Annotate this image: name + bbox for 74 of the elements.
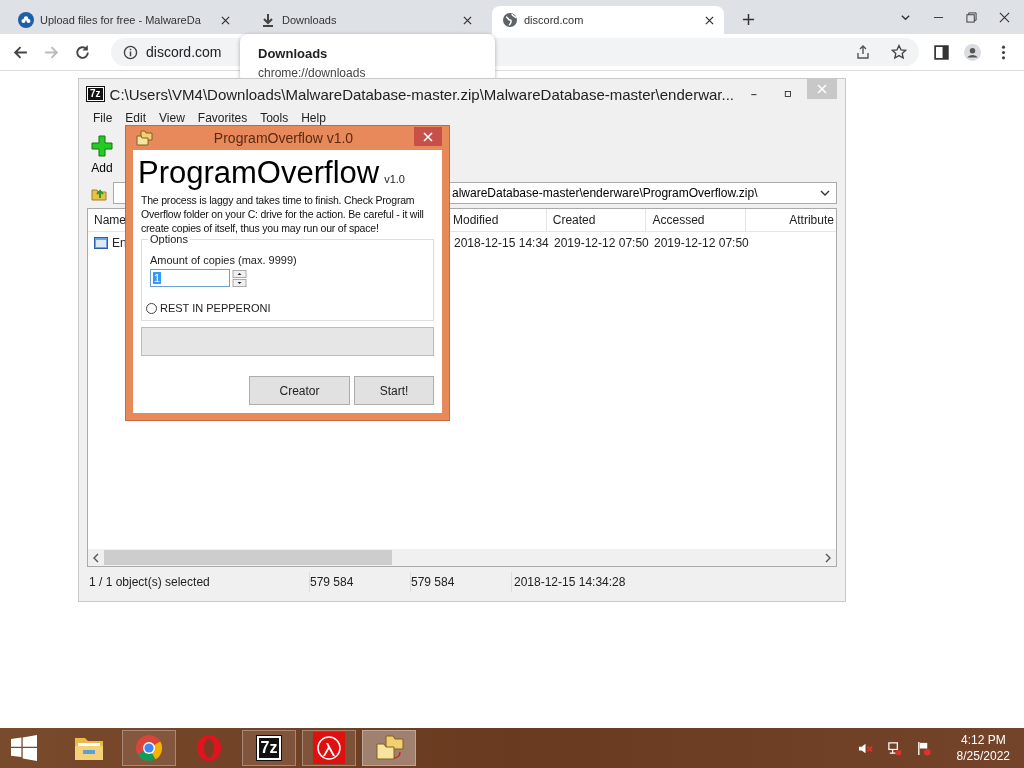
clock-date[interactable]: 8/25/2022 [956,748,1010,764]
chrome-icon [135,734,163,762]
radio-option[interactable]: REST IN PEPPERONI [146,302,271,314]
close-icon [817,84,828,94]
spin-down-icon[interactable] [232,278,247,287]
share-icon[interactable] [855,44,871,60]
browser-tab[interactable]: Downloads [250,6,482,34]
dialog-title: ProgramOverflow v1.0 [212,130,355,146]
close-icon[interactable] [999,11,1010,23]
taskbar-app[interactable] [362,730,416,766]
menu-item[interactable]: Tools [260,111,289,129]
app-logo: 7z [87,87,104,101]
menu-item[interactable]: Favorites [197,111,248,129]
reload-icon[interactable] [74,43,91,61]
copies-label: Amount of copies (max. 9999) [150,254,298,266]
clock-time[interactable]: 4:12 PM [960,732,1006,748]
taskbar-app[interactable] [302,730,356,766]
menu-item[interactable]: File [93,111,113,129]
menu-item[interactable]: Edit [125,111,147,129]
maximize-icon[interactable] [783,88,792,100]
close-icon[interactable] [221,15,230,25]
creator-button[interactable]: Creator [249,376,350,405]
status-text: 579 584 [310,572,411,592]
opera-icon [195,734,223,762]
close-icon [423,131,433,142]
scroll-right-icon[interactable] [824,552,832,563]
folders-icon [374,734,404,762]
horizontal-scrollbar[interactable] [88,549,836,566]
scroll-left-icon[interactable] [92,552,100,563]
add-button[interactable]: Add [91,135,113,175]
card-url: chrome://downloads [258,66,367,80]
menu-item[interactable]: View [159,111,185,129]
version-label: v1.0 [384,173,405,185]
table-cell-text: 2018-12-15 14:34 [453,236,548,250]
info-icon[interactable] [123,44,138,60]
table-cell-text: 2019-12-12 07:50 [653,236,748,250]
folders-icon [135,129,153,147]
spin-up-icon[interactable] [232,269,247,278]
browser-tab[interactable]: Upload files for free - MalwareDa [8,6,240,34]
status-text: 2018-12-15 14:34:28 [513,574,627,591]
dropdown-icon[interactable] [820,188,830,198]
taskbar-app[interactable]: 7z [242,730,296,766]
status-text: 1 / 1 object(s) selected [87,572,310,592]
cloud-icon [18,12,34,28]
start-button[interactable]: Start! [354,376,434,405]
close-icon[interactable] [463,15,472,25]
window-title: C:\Users\VM4\Downloads\MalwareDatabase-master.zip\MalwareDatabase-master\enderwar... [109,85,734,103]
globe-icon [502,12,518,28]
profile-icon[interactable] [964,43,981,61]
taskbar-app[interactable] [122,730,176,766]
status-text: 579 584 [411,572,512,592]
card-title: Downloads [258,46,329,61]
group-legend: Options [148,233,190,245]
menu-item[interactable]: Help [301,111,326,129]
new-tab-icon[interactable] [742,13,755,26]
column-header[interactable]: Created [546,209,647,231]
table-cell-text: 2019-12-12 07:50 [553,236,648,250]
browser-tab[interactable]: discord.com [492,6,724,34]
app-logo: 7z [256,736,282,760]
windows-start-icon[interactable] [10,735,38,761]
flag-icon[interactable] [915,740,931,756]
plus-icon [91,135,113,157]
column-header[interactable]: Accessed [646,209,747,231]
side-panel-icon[interactable] [933,43,950,61]
column-header[interactable]: Attribute [746,209,836,231]
lambda-icon [313,732,345,764]
window-file-icon [94,237,108,249]
restore-icon[interactable] [966,11,977,23]
scroll-thumb[interactable] [104,550,392,565]
network-icon[interactable] [886,740,902,756]
download-icon [260,12,276,28]
close-icon[interactable] [705,15,714,25]
star-icon[interactable] [891,44,907,60]
close-button[interactable] [414,127,442,146]
